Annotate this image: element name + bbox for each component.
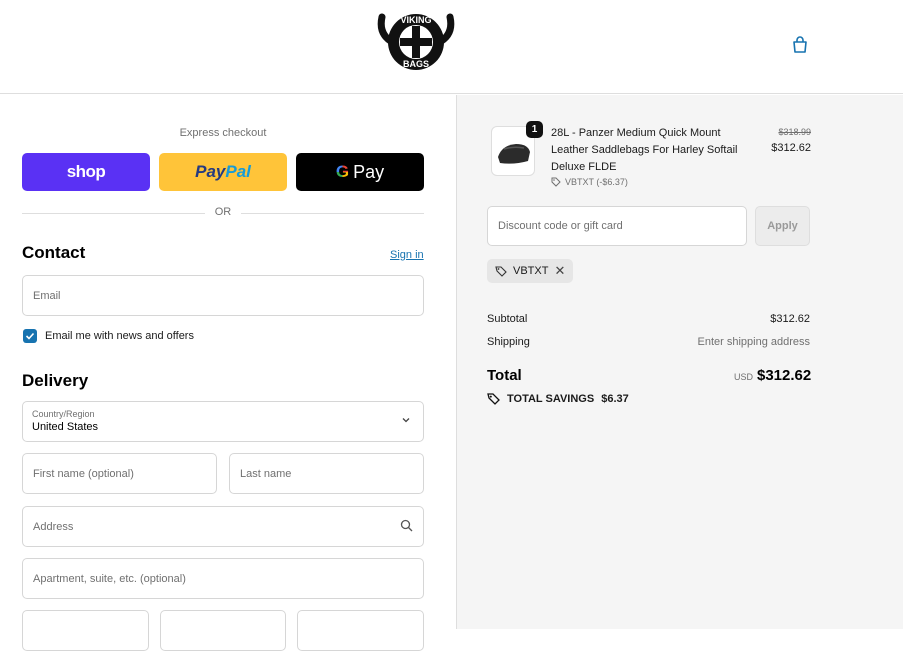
total-currency: USD (734, 372, 754, 382)
shipping-value: Enter shipping address (697, 336, 810, 348)
paypal-label-1: Pay (195, 162, 226, 181)
newsletter-label: Email me with news and offers (45, 330, 194, 342)
product-discount-label: VBTXT (-$6.37) (565, 177, 628, 187)
last-name-field[interactable]: Last name (229, 453, 424, 494)
viking-bags-logo[interactable]: VIKING BAGS (376, 9, 456, 75)
express-checkout-title: Express checkout (179, 127, 267, 139)
gpay-label: Pay (353, 161, 385, 182)
order-summary: 1 28L - Panzer Medium Quick Mount Leathe… (456, 95, 903, 629)
apartment-field[interactable]: Apartment, suite, etc. (optional) (22, 558, 424, 599)
svg-text:BAGS: BAGS (403, 59, 429, 69)
product-name: 28L - Panzer Medium Quick Mount Leather … (551, 127, 738, 173)
shipping-label: Shipping (487, 336, 530, 348)
discounted-price: $312.62 (771, 142, 811, 154)
remove-discount-icon[interactable]: ✕ (554, 263, 565, 279)
paypal-label-2: Pal (225, 162, 251, 181)
city-field[interactable] (22, 610, 149, 651)
first-name-placeholder: First name (optional) (33, 467, 134, 480)
original-price: $318.99 (778, 127, 811, 137)
total-value: $312.62 (757, 367, 812, 384)
total-label: Total (487, 367, 522, 384)
savings-label: TOTAL SAVINGS (507, 392, 595, 405)
chevron-down-icon (402, 418, 410, 423)
discount-code-input[interactable]: Discount code or gift card (487, 206, 747, 246)
first-name-field[interactable]: First name (optional) (22, 453, 217, 494)
apply-button[interactable]: Apply (755, 206, 810, 246)
email-field[interactable]: Email (22, 275, 424, 316)
savings-tag-icon (487, 393, 500, 405)
applied-code: VBTXT (513, 265, 549, 277)
search-icon (400, 519, 413, 532)
google-pay-button[interactable]: G Pay (296, 153, 424, 191)
google-g-icon: G (335, 162, 350, 181)
sign-in-link[interactable]: Sign in (390, 249, 424, 261)
tag-icon (551, 177, 561, 187)
savings-value: $6.37 (601, 392, 629, 405)
checkmark-icon (25, 332, 35, 340)
state-field[interactable] (160, 610, 286, 651)
country-value: United States (32, 421, 99, 433)
svg-text:VIKING: VIKING (400, 15, 431, 25)
quantity-badge: 1 (526, 121, 543, 138)
last-name-placeholder: Last name (240, 467, 292, 480)
tag-icon (495, 266, 507, 277)
zip-field[interactable] (297, 610, 424, 651)
applied-discount-chip: VBTXT ✕ (487, 259, 574, 283)
paypal-button[interactable]: Pay Pal (159, 153, 287, 191)
subtotal-value: $312.62 (770, 313, 810, 325)
delivery-title: Delivery (22, 371, 89, 390)
checkout-form: Express checkout shop Pay Pal G Pay OR Con… (0, 95, 456, 651)
total-savings: TOTAL SAVINGS $6.37 (487, 392, 629, 405)
address-field[interactable]: Address (22, 506, 424, 547)
subtotal-label: Subtotal (487, 313, 528, 325)
discount-placeholder: Discount code or gift card (498, 220, 623, 232)
country-label: Country/Region (32, 409, 95, 419)
apartment-placeholder: Apartment, suite, etc. (optional) (33, 572, 186, 585)
product-discount: VBTXT (-$6.37) (551, 177, 628, 187)
email-placeholder: Email (33, 289, 61, 302)
site-header: VIKING BAGS (0, 0, 903, 94)
newsletter-checkbox[interactable] (23, 329, 37, 343)
contact-title: Contact (22, 243, 86, 262)
address-placeholder: Address (33, 520, 74, 533)
shopping-bag-icon[interactable] (790, 35, 810, 55)
shop-pay-button[interactable]: shop (22, 153, 150, 191)
or-label: OR (205, 206, 241, 218)
shop-label: shop (66, 162, 106, 181)
